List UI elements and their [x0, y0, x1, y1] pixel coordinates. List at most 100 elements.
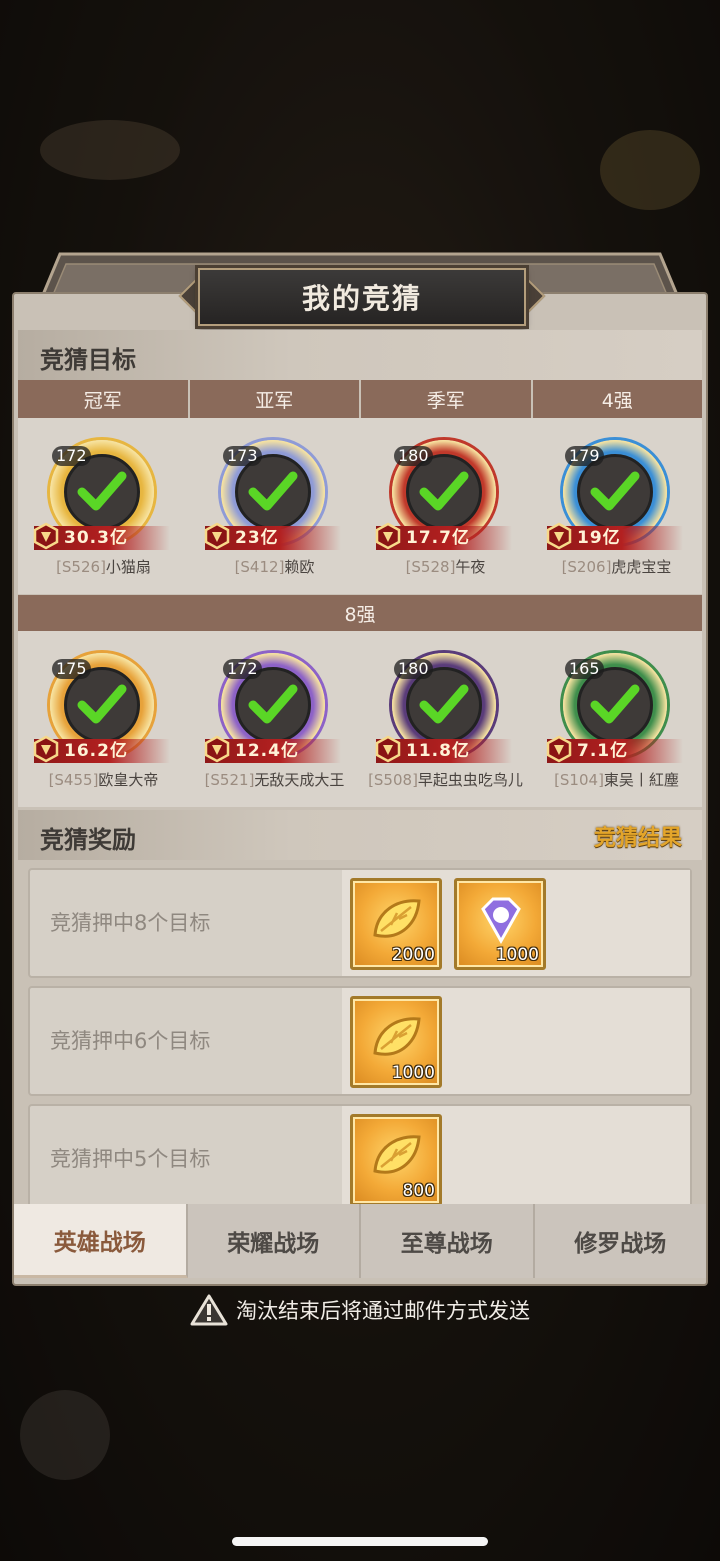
rewards-section-header: 竞猜奖励 竞猜结果 [18, 810, 702, 860]
checkmark-icon [419, 684, 469, 724]
home-indicator[interactable] [232, 1537, 488, 1546]
checkmark-icon [248, 684, 298, 724]
column-header-runner-up: 亚军 [189, 380, 361, 418]
power-value: 30.3亿 [64, 528, 128, 548]
reward-item[interactable]: 1000 [350, 996, 442, 1088]
server-tag: [S528] [405, 558, 456, 576]
player-name: [S528]午夜 [360, 556, 531, 577]
player-name: [S206]虎虎宝宝 [531, 556, 702, 577]
reward-item[interactable]: 800 [350, 1114, 442, 1204]
player-name: [S104]東吴丨紅塵 [531, 769, 702, 790]
power-icon [204, 735, 230, 763]
reward-items: 1000 [342, 988, 690, 1094]
item-count: 1000 [495, 945, 539, 965]
player-nickname: 早起虫虫吃鸟儿 [417, 771, 523, 789]
power-value: 16.2亿 [64, 741, 128, 761]
player-nickname: 欧皇大帝 [98, 771, 159, 789]
reward-row: 竞猜押中5个目标 800 [28, 1104, 692, 1204]
player-level: 165 [565, 659, 604, 679]
player-nickname: 无敌天成大王 [254, 771, 345, 789]
column-header-top4: 4强 [532, 380, 702, 418]
player-name: [S521]无敌天成大王 [189, 769, 360, 790]
server-tag: [S412] [234, 558, 285, 576]
target-slot[interactable]: 173 23亿 [S412]赖欧 [189, 418, 360, 594]
power-icon [546, 522, 572, 550]
column-header-champion: 冠军 [18, 380, 190, 418]
player-name: [S412]赖欧 [189, 556, 360, 577]
power-value: 23亿 [235, 528, 279, 548]
player-level: 172 [52, 446, 91, 466]
power-value: 19亿 [577, 528, 621, 548]
player-level: 172 [223, 659, 262, 679]
dialog-title: 我的竞猜 [301, 282, 422, 315]
rewards-section-title: 竞猜奖励 [40, 826, 136, 854]
power-value: 12.4亿 [235, 741, 299, 761]
checkmark-icon [77, 684, 127, 724]
server-tag: [S508] [368, 771, 418, 789]
player-nickname: 虎虎宝宝 [611, 558, 672, 576]
player-level: 175 [52, 659, 91, 679]
top8-targets-row: 175 16.2亿 [S455]欧皇大帝 172 12.4亿 [S521]无敌天成大王 18… [18, 631, 702, 807]
notice-text: 淘汰结束后将通过邮件方式发送 [236, 1299, 530, 1323]
reward-row: 竞猜押中6个目标 1000 [28, 986, 692, 1096]
column-headers: 冠军 亚军 季军 4强 [18, 380, 702, 418]
crystal-icon [481, 897, 521, 945]
player-level: 180 [394, 446, 433, 466]
target-slot[interactable]: 172 12.4亿 [S521]无敌天成大王 [189, 631, 360, 807]
reward-item[interactable]: 2000 [350, 878, 442, 970]
reward-items: 2000 1000 [342, 870, 690, 976]
power-icon [375, 522, 401, 550]
target-slot[interactable]: 180 17.7亿 [S528]午夜 [360, 418, 531, 594]
tab-glory-arena[interactable]: 荣耀战场 [187, 1204, 361, 1278]
mail-notice: 淘汰结束后将通过邮件方式发送 [0, 1292, 720, 1328]
column-header-third: 季军 [361, 380, 533, 418]
target-slot[interactable]: 180 11.8亿 [S508]早起虫虫吃鸟儿 [360, 631, 531, 807]
power-value: 17.7亿 [406, 528, 470, 548]
tab-supreme-arena[interactable]: 至尊战场 [361, 1204, 535, 1278]
server-tag: [S455] [48, 771, 99, 789]
player-nickname: 東吴丨紅塵 [603, 771, 679, 789]
power-icon [33, 735, 59, 763]
reward-item[interactable]: 1000 [454, 878, 546, 970]
power-value: 7.1亿 [577, 741, 629, 761]
tab-hero-arena[interactable]: 英雄战场 [14, 1204, 188, 1278]
gold-leaf-icon [373, 1135, 421, 1174]
arena-tabs: 英雄战场 荣耀战场 至尊战场 修罗战场 [14, 1204, 706, 1278]
player-name: [S508]早起虫虫吃鸟儿 [360, 769, 531, 790]
checkmark-icon [419, 471, 469, 511]
gold-leaf-icon [373, 899, 421, 938]
player-nickname: 赖欧 [284, 558, 315, 576]
top-targets-row: 172 30.3亿 [S526]小猫扇 173 23亿 [S412]赖欧 180 17.7亿 [… [18, 418, 702, 594]
target-slot[interactable]: 179 19亿 [S206]虎虎宝宝 [531, 418, 702, 594]
power-icon [204, 522, 230, 550]
power-icon [33, 522, 59, 550]
player-nickname: 午夜 [455, 558, 486, 576]
power-value: 11.8亿 [406, 741, 470, 761]
tab-asura-arena[interactable]: 修罗战场 [534, 1204, 706, 1278]
server-tag: [S206] [561, 558, 612, 576]
title-plate: 我的竞猜 [198, 268, 526, 326]
server-tag: [S521] [204, 771, 255, 789]
top8-header: 8强 [18, 595, 702, 631]
checkmark-icon [77, 471, 127, 511]
gold-leaf-icon [373, 1017, 421, 1056]
target-slot[interactable]: 165 7.1亿 [S104]東吴丨紅塵 [531, 631, 702, 807]
reward-row: 竞猜押中8个目标 2000 1000 [28, 868, 692, 978]
targets-section-title: 竞猜目标 [40, 346, 136, 374]
dialog-content[interactable]: 竞猜目标 冠军 亚军 季军 4强 172 30.3亿 [S526]小猫扇 173 23亿… [18, 330, 702, 1204]
target-slot[interactable]: 172 30.3亿 [S526]小猫扇 [18, 418, 189, 594]
item-count: 2000 [391, 945, 435, 965]
target-slot[interactable]: 175 16.2亿 [S455]欧皇大帝 [18, 631, 189, 807]
reward-condition: 竞猜押中6个目标 [50, 1029, 211, 1053]
server-tag: [S104] [554, 771, 604, 789]
checkmark-icon [248, 471, 298, 511]
guess-result-button[interactable]: 竞猜结果 [594, 820, 682, 852]
item-count: 800 [402, 1181, 435, 1201]
server-tag: [S526] [56, 558, 106, 576]
player-level: 179 [565, 446, 604, 466]
player-name: [S526]小猫扇 [18, 556, 189, 577]
player-nickname: 小猫扇 [105, 558, 151, 576]
checkmark-icon [590, 684, 640, 724]
power-icon [375, 735, 401, 763]
player-level: 173 [223, 446, 262, 466]
